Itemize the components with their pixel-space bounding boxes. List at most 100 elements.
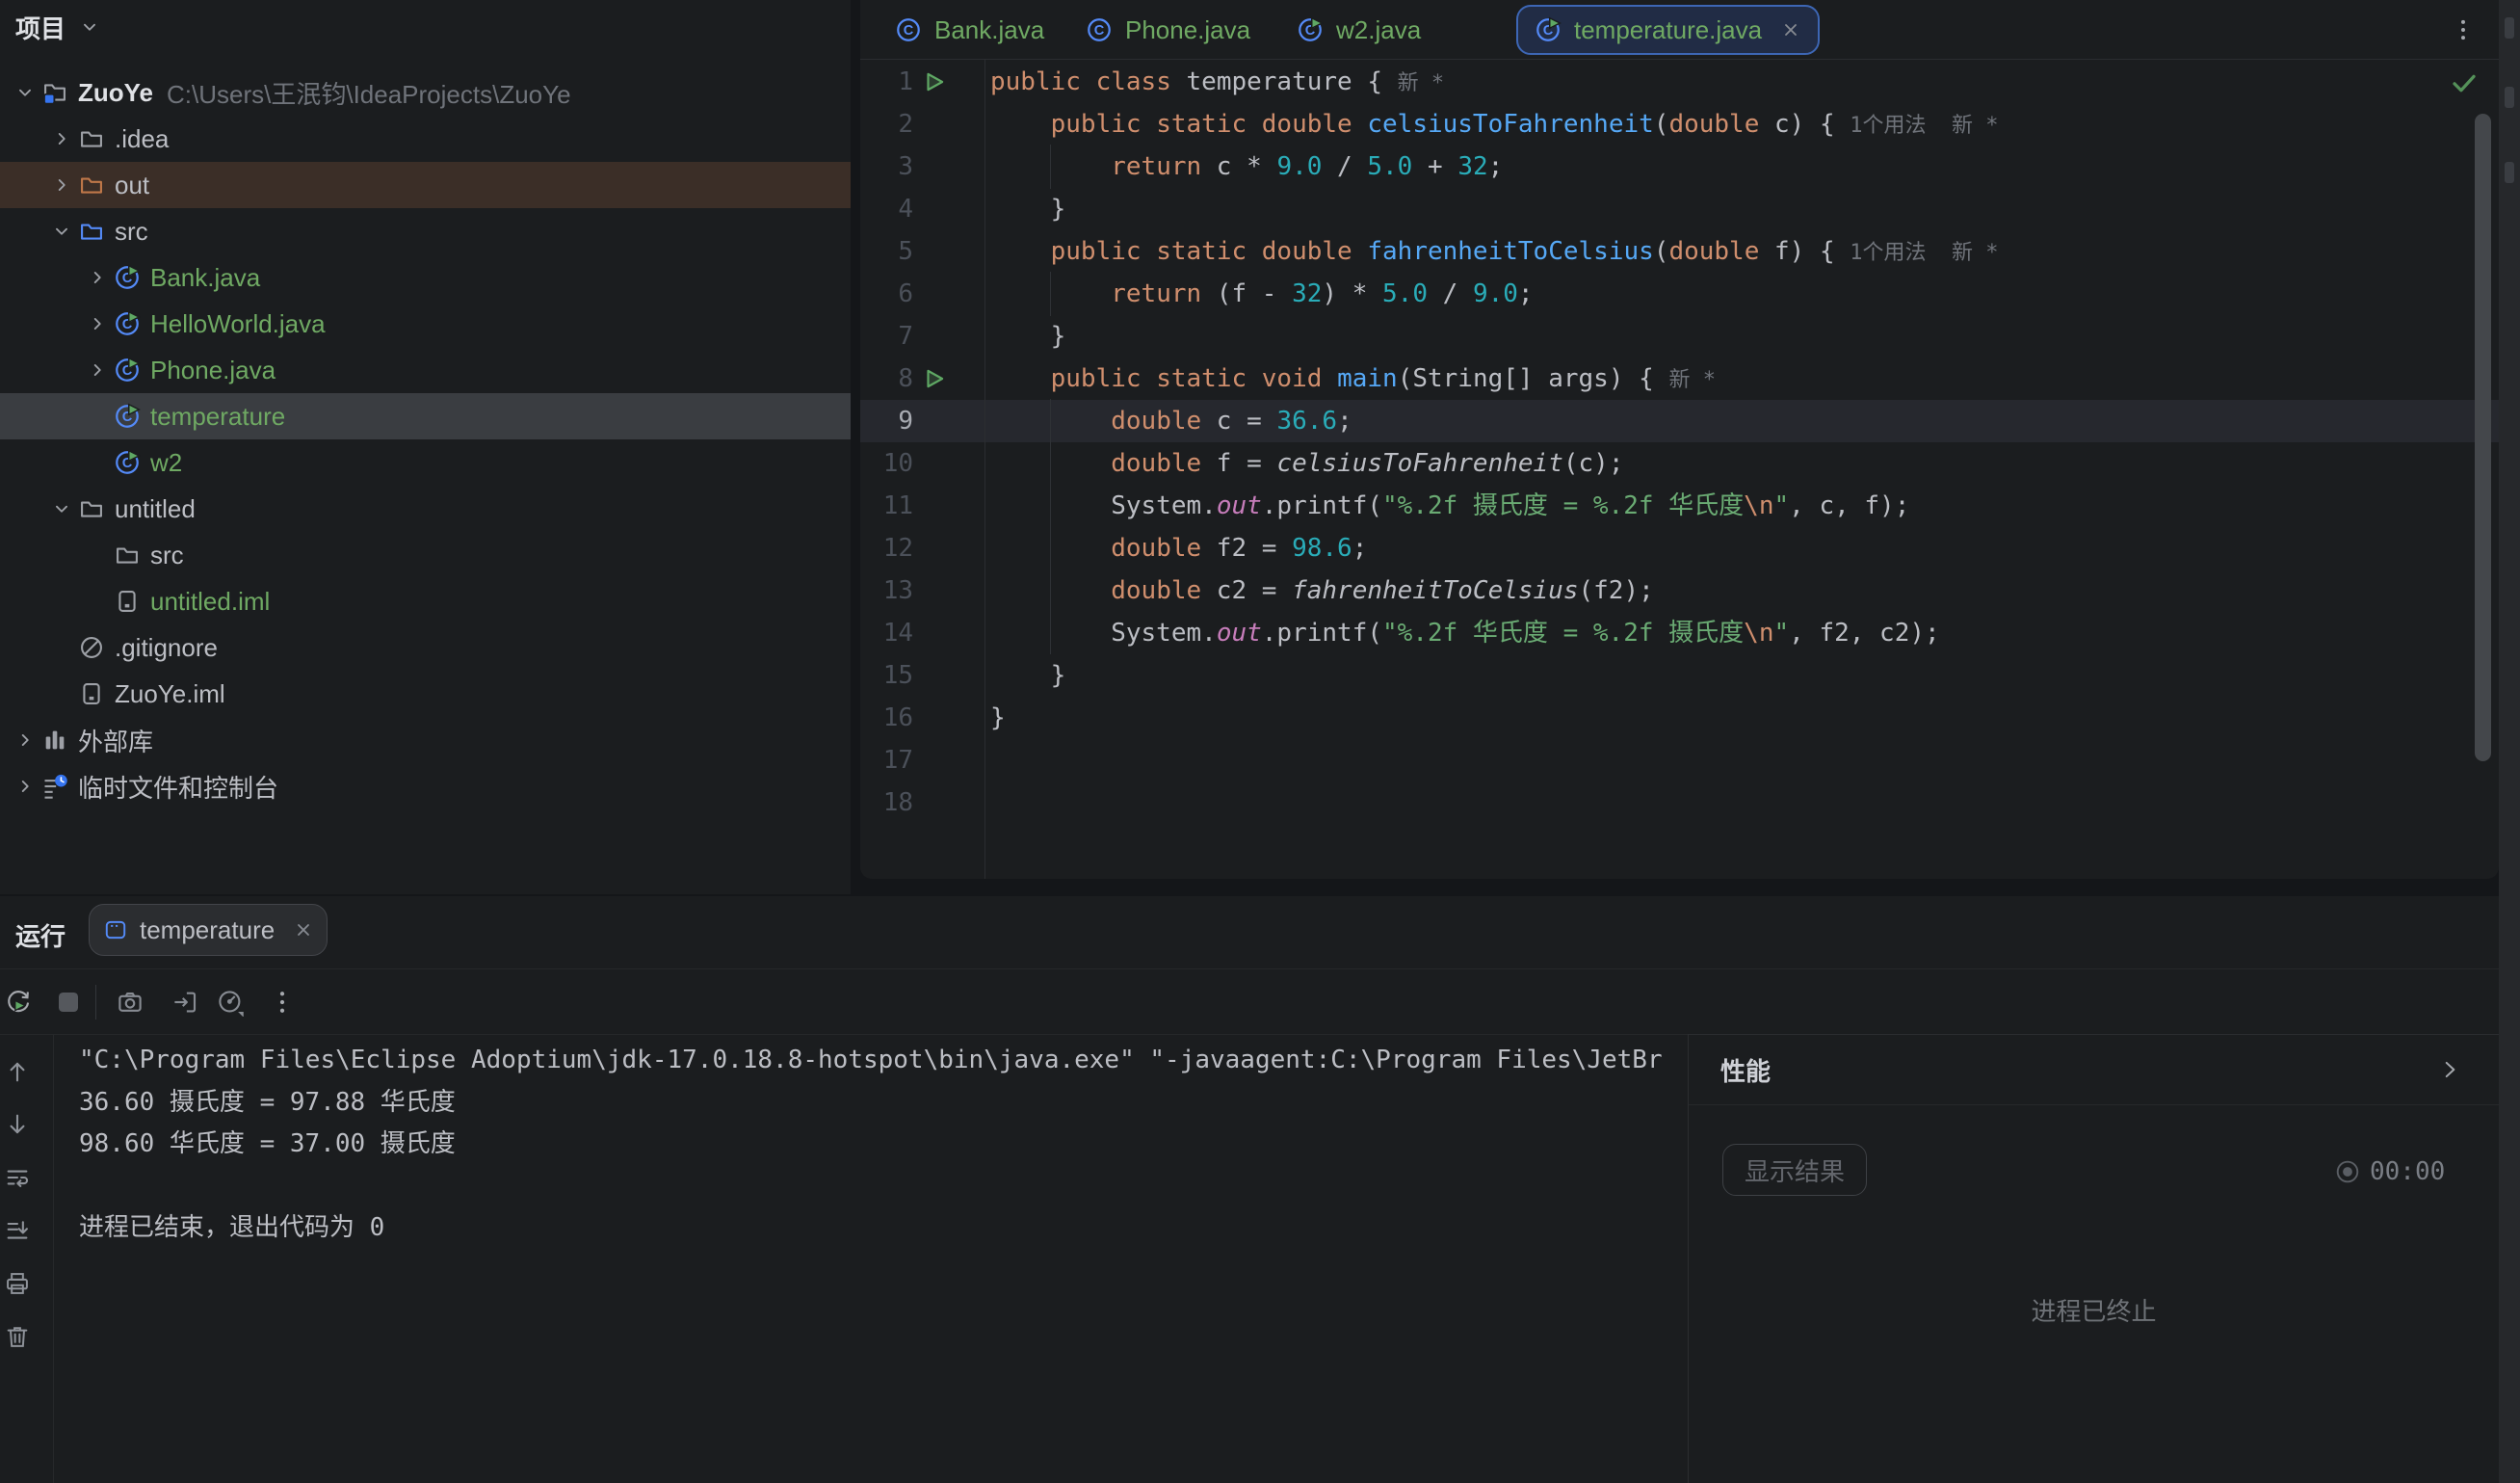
tree-item-out[interactable]: out bbox=[0, 162, 851, 208]
gutter-line-number[interactable]: 3 bbox=[860, 146, 913, 188]
editor-tab-Phone.java[interactable]: CPhone.java bbox=[1085, 0, 1250, 60]
gutter-line-number[interactable]: 8 bbox=[860, 358, 913, 400]
gutter-line-number[interactable]: 16 bbox=[860, 697, 913, 739]
gutter-line-number[interactable]: 7 bbox=[860, 315, 913, 358]
print-button[interactable] bbox=[4, 1270, 31, 1297]
gutter-line-number[interactable]: 14 bbox=[860, 612, 913, 654]
scroll-to-end-button[interactable] bbox=[4, 1217, 31, 1244]
chevron-right-icon[interactable] bbox=[82, 301, 113, 347]
chevron-right-icon[interactable] bbox=[46, 162, 77, 208]
profiler-gauge-button[interactable] bbox=[216, 988, 245, 1017]
editor-tab-w2.java[interactable]: Cw2.java bbox=[1296, 0, 1421, 60]
chevron-down-icon[interactable] bbox=[46, 208, 77, 254]
inspections-ok-check-icon[interactable] bbox=[2450, 67, 2479, 96]
close-icon[interactable] bbox=[292, 918, 315, 941]
code-line-9[interactable]: double c = 36.6; bbox=[990, 400, 1352, 442]
chevron-down-icon[interactable] bbox=[10, 69, 40, 116]
code-line-10[interactable]: double f = celsiusToFahrenheit(c); bbox=[990, 442, 1623, 485]
export-console-button[interactable] bbox=[171, 988, 199, 1017]
tree-item-src[interactable]: src bbox=[0, 532, 851, 578]
gutter-line-number[interactable]: 1 bbox=[860, 61, 913, 103]
chevron-spacer bbox=[82, 393, 113, 439]
gutter-line-number[interactable]: 9 bbox=[860, 400, 913, 442]
close-icon[interactable] bbox=[1779, 18, 1802, 41]
code-line-2[interactable]: public static double celsiusToFahrenheit… bbox=[990, 103, 1999, 146]
tab-options-kebab-icon[interactable] bbox=[2450, 16, 2477, 43]
chevron-right-icon[interactable] bbox=[82, 254, 113, 301]
chevron-down-icon[interactable] bbox=[46, 486, 77, 532]
scroll-down-button[interactable] bbox=[4, 1111, 31, 1138]
chevron-right-icon[interactable] bbox=[82, 347, 113, 393]
tree-item-ZuoYe.iml[interactable]: ZuoYe.iml bbox=[0, 671, 851, 717]
code-line-16[interactable]: } bbox=[990, 697, 1006, 739]
editor-tab-Bank.java[interactable]: CBank.java bbox=[894, 0, 1044, 60]
clear-console-button[interactable] bbox=[4, 1323, 31, 1350]
show-results-button[interactable]: 显示结果 bbox=[1722, 1144, 1867, 1196]
code-line-4[interactable]: } bbox=[990, 188, 1065, 230]
tree-item-.gitignore[interactable]: .gitignore bbox=[0, 624, 851, 671]
gutter-line-number[interactable]: 15 bbox=[860, 654, 913, 697]
more-options-kebab-button[interactable] bbox=[268, 988, 297, 1017]
tree-item-外部库[interactable]: 外部库 bbox=[0, 717, 851, 763]
code-line-14[interactable]: System.out.printf("%.2f 华氏度 = %.2f 摄氏度\n… bbox=[990, 612, 1940, 654]
tree-item-untitled[interactable]: untitled bbox=[0, 486, 851, 532]
chevron-spacer bbox=[82, 439, 113, 486]
snapshot-camera-button[interactable] bbox=[116, 988, 144, 1017]
gutter-line-number[interactable]: 11 bbox=[860, 485, 913, 527]
scroll-up-button[interactable] bbox=[4, 1058, 31, 1085]
code-line-1[interactable]: public class temperature { 新 * bbox=[990, 61, 1444, 103]
chevron-right-icon[interactable] bbox=[10, 763, 40, 809]
tree-item-untitled.iml[interactable]: untitled.iml bbox=[0, 578, 851, 624]
class-run-icon: C bbox=[113, 393, 142, 439]
run-gutter-icon[interactable] bbox=[922, 69, 947, 94]
code-line-11[interactable]: System.out.printf("%.2f 摄氏度 = %.2f 华氏度\n… bbox=[990, 485, 1909, 527]
performance-panel: 性能 显示结果 00:00 进程已终止 bbox=[1688, 1034, 2499, 1483]
tree-item-src[interactable]: src bbox=[0, 208, 851, 254]
tree-item-HelloWorld.java[interactable]: CHelloWorld.java bbox=[0, 301, 851, 347]
code-line-15[interactable]: } bbox=[990, 654, 1065, 697]
gutter-line-number[interactable]: 2 bbox=[860, 103, 913, 146]
gutter-line-number[interactable]: 6 bbox=[860, 273, 913, 315]
tree-item-Bank.java[interactable]: CBank.java bbox=[0, 254, 851, 301]
class-run-icon: C bbox=[1534, 7, 1562, 53]
run-config-tab[interactable]: temperature bbox=[89, 904, 328, 956]
code-line-3[interactable]: return c * 9.0 / 5.0 + 32; bbox=[990, 146, 1503, 188]
chevron-down-icon[interactable] bbox=[79, 16, 100, 38]
editor-tab-temperature.java[interactable]: Ctemperature.java bbox=[1516, 5, 1820, 55]
code-token: 32 bbox=[1457, 152, 1487, 181]
code-line-6[interactable]: return (f - 32) * 5.0 / 9.0; bbox=[990, 273, 1534, 315]
tree-item-ZuoYe[interactable]: ZuoYeC:\Users\王泯钧\IdeaProjects\ZuoYe bbox=[0, 69, 851, 116]
code-line-13[interactable]: double c2 = fahrenheitToCelsius(f2); bbox=[990, 569, 1654, 612]
gutter-line-number[interactable]: 5 bbox=[860, 230, 913, 273]
console-line: 36.60 摄氏度 = 97.88 华氏度 bbox=[79, 1081, 456, 1124]
run-gutter-icon[interactable] bbox=[922, 366, 947, 391]
gutter-line-number[interactable]: 18 bbox=[860, 781, 913, 824]
code-line-5[interactable]: public static double fahrenheitToCelsius… bbox=[990, 230, 1999, 273]
tree-item-Phone.java[interactable]: CPhone.java bbox=[0, 347, 851, 393]
stripe-icon[interactable] bbox=[2505, 162, 2514, 183]
tree-item-w2[interactable]: Cw2 bbox=[0, 439, 851, 486]
soft-wrap-button[interactable] bbox=[4, 1164, 31, 1191]
tree-item-.idea[interactable]: .idea bbox=[0, 116, 851, 162]
gutter-line-number[interactable]: 4 bbox=[860, 188, 913, 230]
gutter-line-number[interactable]: 12 bbox=[860, 527, 913, 569]
stripe-icon[interactable] bbox=[2505, 17, 2514, 39]
chevron-right-icon[interactable] bbox=[46, 116, 77, 162]
tree-item-temperature[interactable]: Ctemperature bbox=[0, 393, 851, 439]
code-line-12[interactable]: double f2 = 98.6; bbox=[990, 527, 1367, 569]
rerun-button[interactable] bbox=[4, 988, 33, 1017]
project-panel-header[interactable]: 项目 bbox=[0, 0, 851, 54]
stop-button[interactable] bbox=[54, 988, 83, 1017]
chevron-right-icon[interactable] bbox=[2437, 1057, 2462, 1082]
gutter-line-number[interactable]: 17 bbox=[860, 739, 913, 781]
code-line-8[interactable]: public static void main(String[] args) {… bbox=[990, 358, 1716, 400]
tree-item-临时文件和控制台[interactable]: 临时文件和控制台 bbox=[0, 763, 851, 809]
gutter-line-number[interactable]: 10 bbox=[860, 442, 913, 485]
editor-scrollbar[interactable] bbox=[2475, 114, 2491, 761]
svg-text:C: C bbox=[904, 23, 914, 39]
stripe-icon[interactable] bbox=[2505, 87, 2514, 108]
code-token: ; bbox=[1518, 279, 1534, 308]
gutter-line-number[interactable]: 13 bbox=[860, 569, 913, 612]
chevron-right-icon[interactable] bbox=[10, 717, 40, 763]
code-line-7[interactable]: } bbox=[990, 315, 1065, 358]
